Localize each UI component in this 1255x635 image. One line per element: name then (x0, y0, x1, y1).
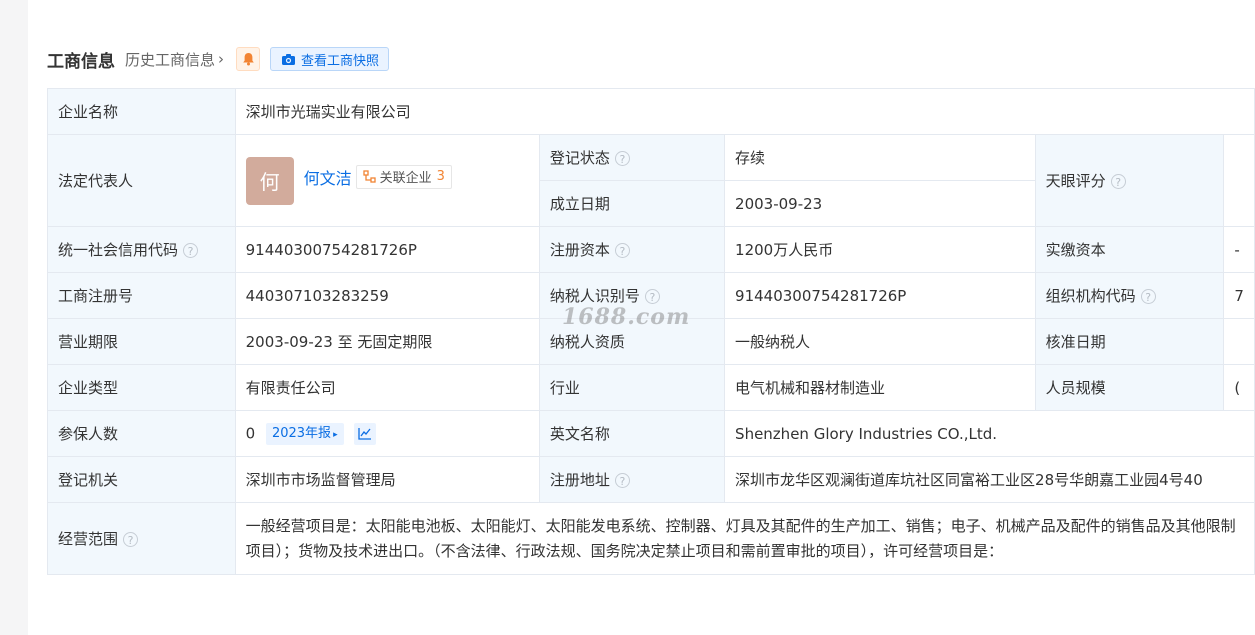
approval-date-value (1223, 318, 1255, 365)
reg-number-value: 440307103283259 (234, 272, 540, 319)
company-type-value: 有限责任公司 (234, 364, 540, 411)
taxpayer-id-value: 91440300754281726P (724, 272, 1036, 319)
snapshot-button-label: 查看工商快照 (301, 53, 380, 69)
term-label: 营业期限 (47, 318, 236, 365)
table-row: 法定代表人 何 何文洁 关联企业 3 登记状态? 存续 天眼评分? (47, 134, 1255, 227)
company-name-label: 企业名称 (47, 88, 236, 135)
found-date-value: 2003-09-23 (724, 180, 1036, 227)
reg-address-label: 注册地址 (549, 471, 610, 489)
paid-capital-label: 实缴资本 (1034, 226, 1225, 273)
help-icon[interactable]: ? (614, 473, 630, 488)
org-code-label: 组织机构代码 (1045, 287, 1136, 305)
staff-size-value: ( (1223, 364, 1255, 411)
chevron-right-icon: › (218, 50, 225, 68)
approval-date-label: 核准日期 (1034, 318, 1225, 365)
help-icon[interactable]: ? (123, 532, 139, 547)
help-icon[interactable]: ? (1110, 174, 1126, 189)
english-name-label: 英文名称 (538, 410, 726, 457)
reg-status-label: 登记状态 (549, 149, 610, 167)
section-title: 工商信息 (47, 51, 115, 72)
line-chart-icon (358, 428, 372, 440)
legal-rep-cell: 何 何文洁 关联企业 3 (234, 134, 540, 227)
reg-capital-label: 注册资本 (549, 241, 610, 259)
related-companies-icon (363, 170, 376, 183)
paid-capital-value: - (1223, 226, 1255, 273)
credit-code-label: 统一社会信用代码 (58, 241, 179, 259)
help-icon[interactable]: ? (614, 151, 630, 166)
tianyan-score-label-cell: 天眼评分? (1034, 134, 1225, 227)
camera-icon (282, 53, 296, 65)
watermark: 1688.com (562, 304, 691, 330)
related-companies-tag[interactable]: 关联企业 3 (355, 164, 452, 189)
help-icon[interactable]: ? (614, 243, 630, 258)
company-name-value: 深圳市光瑞实业有限公司 (234, 88, 1255, 135)
company-type-label: 企业类型 (47, 364, 236, 411)
reg-authority-label: 登记机关 (47, 456, 236, 503)
history-link[interactable]: 历史工商信息 › (125, 49, 224, 70)
annual-report-year-tag[interactable]: 2023年报 ▸ (265, 422, 344, 445)
insured-label: 参保人数 (47, 410, 236, 457)
reg-status-value: 存续 (724, 134, 1036, 181)
taxpayer-quality-value: 一般纳税人 (724, 318, 1036, 365)
reg-status-label-cell: 登记状态? (538, 134, 726, 181)
table-row: 企业类型 有限责任公司 行业 电气机械和器材制造业 人员规模 ( (47, 364, 1255, 411)
caret-right-icon: ▸ (333, 429, 338, 440)
tianyan-score-value (1223, 134, 1255, 227)
business-scope-value: 一般经营项目是：太阳能电池板、太阳能灯、太阳能发电系统、控制器、灯具及其配件的生… (234, 502, 1255, 575)
snapshot-button[interactable]: 查看工商快照 (270, 47, 390, 71)
avatar[interactable]: 何 (245, 156, 294, 205)
reg-capital-label-cell: 注册资本? (538, 226, 726, 273)
trend-chart-button[interactable] (354, 422, 377, 445)
help-icon[interactable]: ? (183, 243, 199, 258)
org-code-label-cell: 组织机构代码? (1034, 272, 1225, 319)
business-scope-label-cell: 经营范围? (47, 502, 236, 575)
insured-value: 0 (245, 424, 256, 442)
monitor-bell-button[interactable] (236, 47, 261, 71)
table-row: 统一社会信用代码? 91440300754281726P 注册资本? 1200万… (47, 226, 1255, 273)
insured-cell: 0 2023年报 ▸ (234, 410, 540, 457)
credit-code-value: 91440300754281726P (234, 226, 540, 273)
help-icon[interactable]: ? (644, 289, 660, 304)
annual-report-year-label: 2023年报 (271, 425, 332, 441)
bell-icon (242, 53, 254, 66)
industry-label: 行业 (538, 364, 726, 411)
staff-size-label: 人员规模 (1034, 364, 1225, 411)
reg-address-value: 深圳市龙华区观澜街道库坑社区同富裕工业区28号华朗嘉工业园4号40 (724, 456, 1255, 503)
business-scope-label: 经营范围 (58, 530, 119, 548)
reg-authority-value: 深圳市市场监督管理局 (234, 456, 540, 503)
reg-capital-value: 1200万人民币 (724, 226, 1036, 273)
related-companies-label: 关联企业 (379, 171, 432, 186)
term-value: 2003-09-23 至 无固定期限 (234, 318, 540, 365)
reg-address-label-cell: 注册地址? (538, 456, 726, 503)
section-header: 工商信息 历史工商信息 › 查看工商快照 (47, 44, 390, 74)
table-row: 登记机关 深圳市市场监督管理局 注册地址? 深圳市龙华区观澜街道库坑社区同富裕工… (47, 456, 1255, 503)
org-code-value: 7 (1223, 272, 1255, 319)
table-row: 企业名称 深圳市光瑞实业有限公司 (47, 88, 1255, 135)
legal-rep-label: 法定代表人 (47, 134, 236, 227)
reg-number-label: 工商注册号 (47, 272, 236, 319)
help-icon[interactable]: ? (1140, 289, 1156, 304)
found-date-label: 成立日期 (538, 180, 726, 227)
related-companies-count: 3 (436, 169, 445, 184)
legal-rep-name-link[interactable]: 何文洁 (304, 165, 352, 189)
business-info-table: 企业名称 深圳市光瑞实业有限公司 法定代表人 何 何文洁 关联企业 3 登记状态… (47, 88, 1255, 575)
taxpayer-id-label: 纳税人识别号 (549, 287, 640, 305)
english-name-value: Shenzhen Glory Industries CO.,Ltd. (724, 410, 1255, 457)
history-link-label: 历史工商信息 (125, 50, 216, 69)
table-row: 经营范围? 一般经营项目是：太阳能电池板、太阳能灯、太阳能发电系统、控制器、灯具… (47, 502, 1255, 575)
table-row: 参保人数 0 2023年报 ▸ 英文名称 Shenzhen Glory Indus… (47, 410, 1255, 457)
tianyan-score-label: 天眼评分 (1045, 172, 1106, 190)
industry-value: 电气机械和器材制造业 (724, 364, 1036, 411)
credit-code-label-cell: 统一社会信用代码? (47, 226, 236, 273)
